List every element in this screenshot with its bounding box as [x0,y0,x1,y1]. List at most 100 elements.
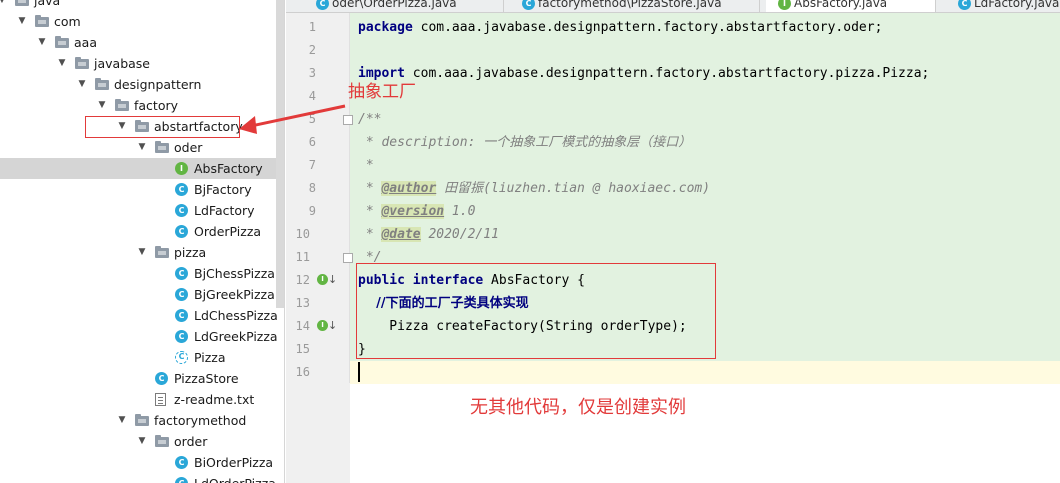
tree-item-pizza[interactable]: C Pizza [0,347,284,368]
tree-item-label: z-readme.txt [174,392,255,407]
code-editor-empty-area[interactable] [350,383,1060,483]
text-file-icon [155,393,166,406]
tree-item-com[interactable]: ▼ com [0,11,284,32]
interface-icon: I [778,0,791,10]
annotation-label-abstract-factory: 抽象工厂 [348,82,416,102]
implemented-method-icon[interactable]: I [317,320,328,331]
expand-chevron-icon[interactable]: ▼ [136,137,148,158]
abstract-class-icon: C [175,351,188,364]
code-line-1[interactable]: package com.aaa.javabase.designpattern.f… [358,16,882,39]
class-icon: C [175,456,188,469]
tree-item-orderpizza[interactable]: C OrderPizza [0,221,284,242]
annotation-highlight-box [85,116,240,138]
tree-item-label: PizzaStore [174,371,239,386]
code-line-7[interactable]: * [358,154,374,177]
class-icon: C [316,0,329,10]
tree-item-label: AbsFactory [194,161,263,176]
tree-item-java[interactable]: ▼ java [0,0,284,11]
class-icon: C [522,0,535,10]
expand-chevron-icon[interactable]: ▼ [96,95,108,116]
line-number: 1 [308,20,316,34]
folder-icon [155,435,169,447]
javadoc-value: 田留振(liuzhen.tian @ haoxiaec.com) [436,181,711,196]
class-icon: C [175,288,188,301]
javadoc-value: 2020/2/11 [420,227,499,242]
tree-item-designpattern[interactable]: ▼ designpattern [0,74,284,95]
tree-item-absfactory[interactable]: I AbsFactory [0,158,284,179]
expand-chevron-icon[interactable]: ▼ [116,410,128,431]
tree-item-bjchesspizza[interactable]: C BjChessPizza [0,263,284,284]
tree-item-label: pizza [174,245,207,260]
class-icon: C [175,183,188,196]
line-number: 11 [295,250,310,264]
expand-chevron-icon[interactable]: ▼ [16,11,28,32]
fold-marker-icon[interactable] [343,253,353,263]
class-icon: C [175,204,188,217]
tree-item-oder[interactable]: ▼ oder [0,137,284,158]
tree-item-ldchesspizza[interactable]: C LdChessPizza [0,305,284,326]
tree-item-bjgreekpizza[interactable]: C BjGreekPizza [0,284,284,305]
code-line-3[interactable]: import com.aaa.javabase.designpattern.fa… [358,62,929,85]
tree-item-order[interactable]: ▼ order [0,431,284,452]
tree-item-ldfactory[interactable]: C LdFactory [0,200,284,221]
line-number: 10 [295,227,310,241]
tree-item-pizza[interactable]: ▼ pizza [0,242,284,263]
javadoc-tag: @date [381,227,421,242]
expand-chevron-icon[interactable]: ▼ [136,431,148,452]
tree-item-label: javabase [94,56,150,71]
tree-item-label: BjChessPizza [194,266,275,281]
tree-item-label: LdGreekPizza [194,329,278,344]
class-icon: C [175,267,188,280]
tree-item-ldorderpizza[interactable]: C LdOrderPizza [0,473,284,483]
expand-chevron-icon[interactable]: ▼ [136,242,148,263]
tree-item-label: LdOrderPizza [194,473,276,483]
tree-item-label: factory [134,98,179,113]
folder-icon [35,15,49,27]
folder-icon [95,78,109,90]
tree-item-label: java [34,0,61,8]
expand-chevron-icon[interactable]: ▼ [0,0,8,11]
line-number: 7 [308,158,316,172]
tree-item-z-readme-txt[interactable]: z-readme.txt [0,389,284,410]
code-line-6[interactable]: * description: 一个抽象工厂模式的抽象层（接口） [358,131,691,154]
tree-scrollbar[interactable] [276,0,284,308]
tab-oder-orderpizza-java[interactable]: Coder\OrderPizza.java [304,0,504,12]
tree-item-label: aaa [74,35,97,50]
tree-item-label: designpattern [114,77,202,92]
code-line-9[interactable]: * @version 1.0 [358,200,475,223]
code-line-5[interactable]: /** [358,108,381,131]
tree-item-label: com [54,14,81,29]
expand-chevron-icon[interactable]: ▼ [76,74,88,95]
tree-item-aaa[interactable]: ▼ aaa [0,32,284,53]
tree-item-bjfactory[interactable]: C BjFactory [0,179,284,200]
code-line-8[interactable]: * @author 田留振(liuzhen.tian @ haoxiaec.co… [358,177,710,200]
expand-chevron-icon[interactable]: ▼ [36,32,48,53]
comment-prefix: * [358,181,382,196]
tab-absfactory-java[interactable]: I AbsFactory.java [766,0,936,12]
tree-item-javabase[interactable]: ▼ javabase [0,53,284,74]
class-icon: C [175,477,188,483]
folder-icon [155,141,169,153]
tab-ldfactory-java[interactable]: C LdFactory.java [946,0,1060,12]
folder-icon [135,414,149,426]
tree-item-label: BjFactory [194,182,252,197]
tree-item-factorymethod[interactable]: ▼ factorymethod [0,410,284,431]
tab-label: oder\OrderPizza.java [332,0,457,10]
implemented-interface-icon[interactable]: I [317,274,328,285]
implementations-arrow-icon[interactable]: ↓ [328,320,337,331]
expand-chevron-icon[interactable]: ▼ [56,53,68,74]
tree-item-label: Pizza [194,350,226,365]
annotation-note: 无其他代码，仅是创建实例 [470,397,686,418]
tree-item-biorderpizza[interactable]: C BiOrderPizza [0,452,284,473]
text-caret [358,362,360,382]
tree-item-label: order [174,434,208,449]
tab-factorymethod-pizzastore-java[interactable]: Cfactorymethod\PizzaStore.java [510,0,760,12]
line-number: 2 [308,43,316,57]
comment-prefix: * [358,227,382,242]
tree-item-ldgreekpizza[interactable]: C LdGreekPizza [0,326,284,347]
tree-item-pizzastore[interactable]: C PizzaStore [0,368,284,389]
folder-icon [15,0,29,6]
code-line-10[interactable]: * @date 2020/2/11 [358,223,499,246]
implementations-arrow-icon[interactable]: ↓ [328,274,337,285]
project-tree: ▼ java ▼ com ▼ aaa ▼ javabase ▼ designpattern ▼ fac… [0,0,285,483]
